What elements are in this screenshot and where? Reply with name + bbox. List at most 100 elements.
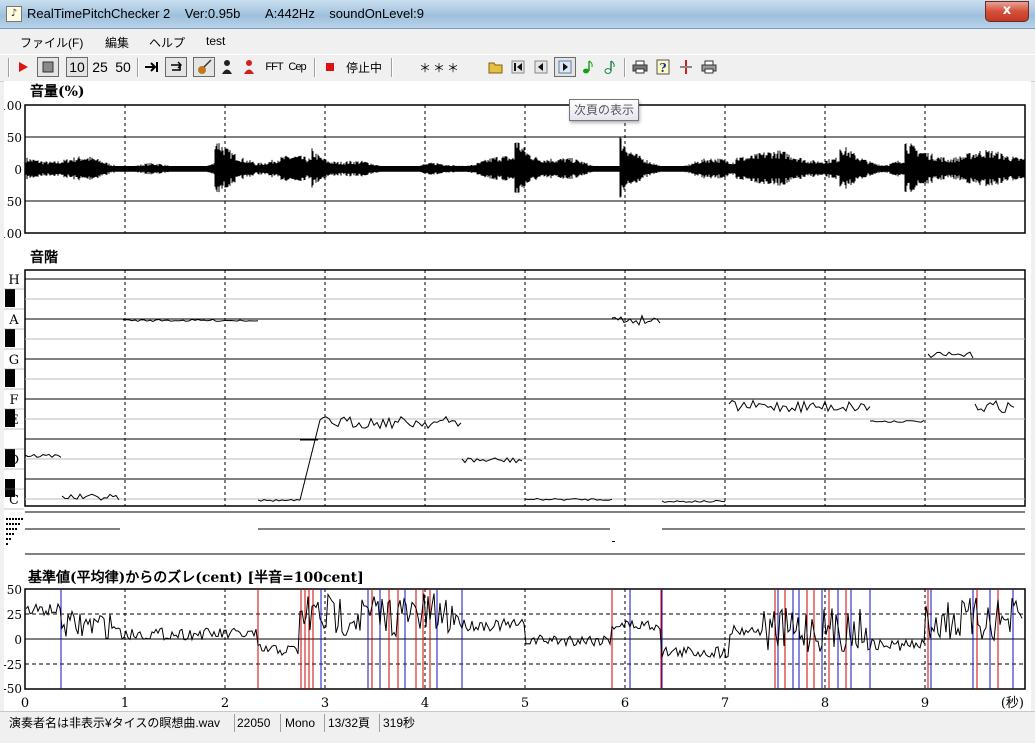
- time-label: 4: [421, 696, 429, 711]
- time-label: 8: [821, 696, 829, 711]
- piano-black-key: [5, 329, 15, 347]
- time-label: 3: [321, 696, 329, 711]
- play-button[interactable]: [14, 57, 32, 77]
- analysis-canvas: 音量(%) 100 50 0 50 100 音階 H A G F E D: [0, 81, 1031, 711]
- fft-button[interactable]: FFT: [263, 57, 285, 77]
- person-icon: [222, 60, 232, 74]
- time-label: 0: [21, 696, 29, 711]
- app-icon: ♪: [6, 6, 22, 22]
- piano-black-key: [5, 479, 15, 497]
- first-page-button[interactable]: [508, 57, 528, 77]
- status-duration: 319秒: [383, 716, 416, 730]
- previous-page-icon: [534, 60, 548, 74]
- deviation-y-label: 50: [7, 583, 22, 597]
- next-page-icon: [558, 60, 572, 74]
- stars-indicator: ＊＊＊: [418, 60, 461, 75]
- note-green-button[interactable]: [579, 57, 597, 77]
- singer-button[interactable]: [240, 57, 258, 77]
- volume-panel-title: 音量(%): [30, 83, 85, 100]
- scale-panel-title: 音階: [30, 249, 58, 266]
- title-bar: ♪ RealTimePitchChecker 2 Ver:0.95b A:442…: [0, 0, 1035, 29]
- note-label-h: H: [8, 273, 19, 288]
- volume-y-label: 50: [7, 131, 22, 145]
- record-button[interactable]: [322, 57, 338, 77]
- level-dot: [12, 528, 14, 530]
- status-file-name: 演奏者名は非表示¥タイスの瞑想曲.wav: [6, 714, 235, 732]
- window-title: RealTimePitchChecker 2 Ver:0.95b A:442Hz…: [27, 6, 424, 21]
- deviation-y-label: -50: [4, 682, 22, 696]
- time-label: 9: [921, 696, 929, 711]
- jump-to-end-button[interactable]: [142, 57, 162, 77]
- music-note-outline-icon: [604, 60, 615, 74]
- piano-black-key: [5, 289, 15, 307]
- level-dot: [6, 528, 8, 530]
- tooltip: 次頁の表示: [569, 99, 640, 121]
- level-dot: [21, 518, 23, 520]
- open-file-button[interactable]: [486, 57, 506, 77]
- note-label-a: A: [8, 313, 19, 328]
- print-button[interactable]: [630, 57, 650, 77]
- performer-button[interactable]: [218, 57, 236, 77]
- time-label: 2: [221, 696, 229, 711]
- menu-test[interactable]: test: [206, 34, 225, 48]
- menu-bar: ファイル(F) 編集 ヘルプ test: [0, 29, 1035, 54]
- level-dot: [12, 533, 14, 535]
- level-dot: [18, 518, 20, 520]
- svg-text:?: ?: [659, 61, 666, 75]
- violin-icon: [198, 59, 212, 74]
- volume-y-label: 0: [14, 163, 22, 177]
- previous-page-button[interactable]: [531, 57, 551, 77]
- help-question-icon: ?: [656, 59, 670, 75]
- piano-black-key: [5, 449, 15, 467]
- deviation-panel-title: 基準値(平均律)からのズレ(cent) [半音=100cent]: [28, 569, 364, 586]
- level-dot: [6, 538, 8, 540]
- note-blue-button[interactable]: [601, 57, 619, 77]
- speed-10-button[interactable]: 10: [66, 57, 88, 77]
- toolbar-grip: [8, 58, 10, 77]
- print-preview-button[interactable]: [699, 57, 719, 77]
- status-channels: Mono: [282, 714, 325, 732]
- next-page-button[interactable]: [554, 57, 576, 77]
- deviation-y-label: 0: [14, 633, 22, 647]
- music-note-icon: [583, 60, 593, 74]
- level-dot: [9, 538, 11, 540]
- note-label-f: F: [9, 393, 18, 408]
- level-dot: [18, 523, 20, 525]
- volume-y-label: 100: [4, 227, 22, 241]
- time-label: 1: [121, 696, 129, 711]
- level-dot: [9, 528, 11, 530]
- level-dot: [9, 518, 11, 520]
- loop-button[interactable]: [165, 57, 187, 77]
- level-dot: [6, 533, 8, 535]
- level-dot: [15, 518, 17, 520]
- violin-button[interactable]: [193, 57, 215, 77]
- speed-50-button[interactable]: 50: [113, 57, 133, 77]
- piano-black-key: [5, 409, 15, 427]
- close-button[interactable]: x: [985, 1, 1029, 22]
- status-sample-rate: 22050: [234, 714, 281, 732]
- marker-button[interactable]: [676, 57, 696, 77]
- toolbar-separator: [624, 58, 626, 77]
- play-icon: [19, 62, 28, 72]
- volume-y-label: 100: [4, 99, 22, 113]
- volume-y-label: 50: [7, 195, 22, 209]
- stop-icon: [42, 61, 54, 73]
- status-bar: 演奏者名は非表示¥タイスの瞑想曲.wav 22050 Mono 13/32頁 3…: [0, 711, 1035, 743]
- cep-button[interactable]: Cep: [286, 57, 308, 77]
- app-window: ♪ RealTimePitchChecker 2 Ver:0.95b A:442…: [0, 0, 1035, 743]
- menu-edit[interactable]: 編集: [105, 34, 129, 51]
- help-button[interactable]: ?: [653, 57, 673, 77]
- time-label: 5: [521, 696, 529, 711]
- printer-icon: [701, 60, 717, 74]
- marker-icon: [680, 60, 692, 74]
- level-dot: [15, 523, 17, 525]
- stop-button[interactable]: [37, 57, 59, 77]
- menu-help[interactable]: ヘルプ: [149, 34, 185, 51]
- loop-icon: [171, 61, 182, 71]
- analysis-area: 音量(%) 100 50 0 50 100 音階 H A G F E D: [0, 81, 1031, 711]
- menu-file[interactable]: ファイル(F): [20, 34, 83, 51]
- level-dot: [6, 518, 8, 520]
- toolbar-separator: [314, 58, 316, 77]
- speed-25-button[interactable]: 25: [90, 57, 110, 77]
- time-label: 6: [621, 696, 629, 711]
